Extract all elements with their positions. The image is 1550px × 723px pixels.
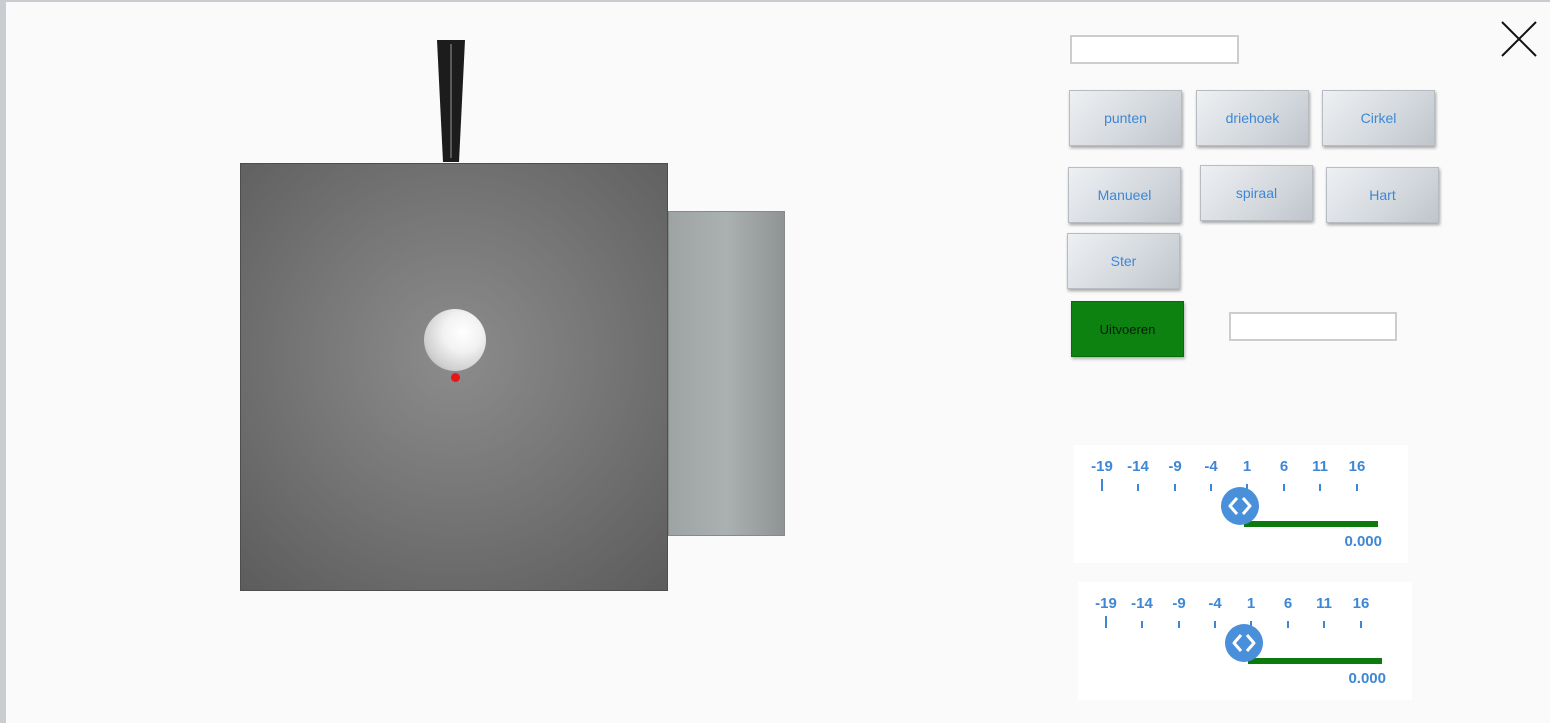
parameter-input-right[interactable] [1229,312,1397,341]
ster-button[interactable]: Ster [1067,233,1180,289]
close-icon[interactable] [1500,20,1538,58]
manueel-button[interactable]: Manueel [1068,167,1181,223]
tick: 16 [1341,596,1381,628]
pen-ball [424,309,486,371]
tick: 6 [1268,596,1308,628]
tick: 6 [1264,459,1304,491]
slider-track-fill [1248,658,1382,664]
execute-button[interactable]: Uitvoeren [1071,301,1184,357]
slider-value: 0.000 [1344,533,1382,550]
tick: -9 [1155,459,1195,491]
tick: -14 [1118,459,1158,491]
slider-thumb[interactable] [1225,624,1263,662]
tick: 11 [1304,596,1344,628]
tick: 16 [1337,459,1377,491]
parameter-input-top[interactable] [1070,35,1239,64]
spiraal-button[interactable]: spiraal [1200,165,1313,221]
side-plate [668,211,785,536]
slider-thumb[interactable] [1221,487,1259,525]
plotter-stage [6,2,1006,723]
x-slider: -19 -14 -9 -4 1 6 11 16 0.000 [1074,445,1408,563]
cirkel-button[interactable]: Cirkel [1322,90,1435,146]
tick: -19 [1086,596,1126,628]
tick: -4 [1191,459,1231,491]
slider-ticks: -19 -14 -9 -4 1 6 11 16 [1088,459,1378,491]
hart-button[interactable]: Hart [1326,167,1439,223]
plotter-window: punten driehoek Cirkel Manueel spiraal H… [6,2,1550,723]
chevron-left-right-icon [1228,497,1252,515]
tick: -14 [1122,596,1162,628]
slider-value: 0.000 [1348,670,1386,687]
tick: 1 [1231,596,1271,628]
tick: 1 [1227,459,1267,491]
chevron-left-right-icon [1232,634,1256,652]
pen-position-dot [451,373,460,382]
tick: 11 [1300,459,1340,491]
punten-button[interactable]: punten [1069,90,1182,146]
y-slider: -19 -14 -9 -4 1 6 11 16 0.000 [1078,582,1412,700]
pen-arm [437,40,465,162]
slider-track-fill [1244,521,1378,527]
tick: -9 [1159,596,1199,628]
driehoek-button[interactable]: driehoek [1196,90,1309,146]
slider-ticks: -19 -14 -9 -4 1 6 11 16 [1092,596,1382,628]
tick: -4 [1195,596,1235,628]
tick: -19 [1082,459,1122,491]
